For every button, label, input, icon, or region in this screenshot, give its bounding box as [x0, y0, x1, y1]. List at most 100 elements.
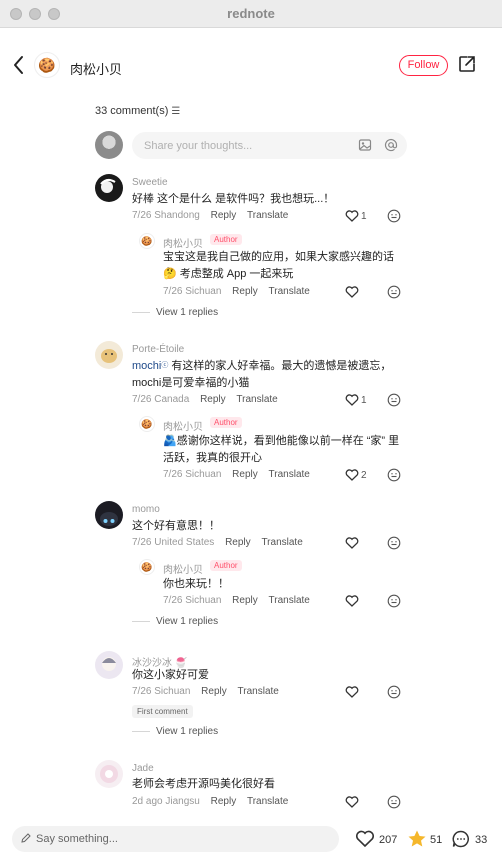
- like-icon[interactable]: [345, 469, 359, 481]
- like-icon[interactable]: [345, 286, 359, 298]
- reply-meta: 7/26 Sichuan Reply Translate: [163, 286, 310, 297]
- view-replies-link[interactable]: View 1 replies: [132, 616, 218, 627]
- reply-text-line2: 活跃，我真的很开心: [163, 452, 262, 464]
- reply-text-line2: 🤔 考虑整成 App 一起来玩: [163, 268, 294, 280]
- commenter-avatar[interactable]: [95, 501, 123, 529]
- emoji-reaction-icon[interactable]: [387, 393, 401, 407]
- back-arrow-icon[interactable]: [10, 54, 28, 76]
- comment-icon[interactable]: [451, 829, 471, 849]
- pencil-icon: [21, 833, 31, 843]
- emoji-reaction-icon[interactable]: [387, 468, 401, 482]
- mention-link[interactable]: mochi: [132, 360, 161, 372]
- comment-location: Shandong: [154, 210, 200, 221]
- emoji-reaction-icon[interactable]: [387, 285, 401, 299]
- like-icon[interactable]: [345, 686, 359, 698]
- commenter-avatar[interactable]: [95, 174, 123, 202]
- emoji-reaction-icon[interactable]: [387, 795, 401, 809]
- commenter-avatar[interactable]: [95, 760, 123, 788]
- commenter-avatar[interactable]: [95, 651, 123, 679]
- mention-icon[interactable]: [384, 138, 398, 152]
- like-icon[interactable]: [345, 537, 359, 549]
- reply-button[interactable]: Reply: [232, 286, 258, 297]
- like-icon[interactable]: [345, 796, 359, 808]
- reply-author-name[interactable]: 肉松小贝: [163, 418, 203, 433]
- reply-button[interactable]: Reply: [200, 394, 226, 405]
- reply-author-avatar[interactable]: 🍪: [139, 559, 155, 575]
- view-replies-label[interactable]: View 1 replies: [156, 726, 218, 737]
- like-count: 2: [361, 470, 367, 481]
- reply-button[interactable]: Reply: [211, 796, 237, 807]
- reply-button[interactable]: Reply: [201, 686, 227, 697]
- comment-meta: 7/26 Sichuan Reply Translate: [132, 686, 279, 697]
- star-icon[interactable]: [407, 829, 427, 849]
- like-count: 207: [379, 834, 398, 846]
- view-replies-label[interactable]: View 1 replies: [156, 307, 218, 318]
- translate-button[interactable]: Translate: [247, 796, 288, 807]
- translate-button[interactable]: Translate: [247, 210, 288, 221]
- comment-location: Jiangsu: [165, 796, 200, 807]
- like-icon[interactable]: [345, 394, 359, 406]
- reply-author-avatar[interactable]: 🍪: [139, 233, 155, 249]
- commenter-avatar[interactable]: [95, 341, 123, 369]
- sort-filter-icon[interactable]: ☰: [171, 106, 180, 117]
- first-comment-badge: First comment: [132, 705, 193, 718]
- comment-date: 7/26: [132, 394, 152, 405]
- reply-text: 你也来玩！！: [163, 578, 229, 590]
- translate-button[interactable]: Translate: [269, 595, 310, 606]
- translate-button[interactable]: Translate: [236, 394, 277, 405]
- window-titlebar: rednote: [0, 0, 502, 28]
- comment-text-rest: 有这样的家人好幸福。最大的遗憾是被遗忘，: [168, 360, 392, 372]
- like-icon[interactable]: [345, 210, 359, 222]
- comment-count-bottom: 33: [475, 834, 488, 846]
- image-icon[interactable]: [358, 138, 372, 152]
- view-replies-label[interactable]: View 1 replies: [156, 616, 218, 627]
- reply-author-name[interactable]: 肉松小贝: [163, 561, 203, 576]
- comment-date: 7/26: [132, 537, 152, 548]
- reply-button[interactable]: Reply: [232, 595, 258, 606]
- reply-date: 7/26: [163, 286, 183, 297]
- comment-meta: 2d ago Jiangsu Reply Translate: [132, 796, 288, 807]
- translate-button[interactable]: Translate: [269, 469, 310, 480]
- reply-author-name[interactable]: 肉松小贝: [163, 235, 203, 250]
- author-badge: Author: [210, 234, 242, 245]
- comment-meta: 7/26 United States Reply Translate: [132, 537, 303, 548]
- like-count: 1: [361, 211, 367, 222]
- emoji-reaction-icon[interactable]: [387, 685, 401, 699]
- follow-button[interactable]: Follow: [399, 55, 448, 76]
- translate-button[interactable]: Translate: [261, 537, 302, 548]
- comment-text: 你这小家好可爱: [132, 669, 209, 681]
- translate-button[interactable]: Translate: [269, 286, 310, 297]
- like-post-icon[interactable]: [355, 829, 375, 849]
- bottom-action-bar: Say something... 207 51 33: [0, 819, 502, 859]
- author-name[interactable]: 肉松小贝: [70, 59, 122, 78]
- star-count: 51: [430, 834, 443, 846]
- reply-author-avatar[interactable]: 🍪: [139, 416, 155, 432]
- comment-text-line2: mochi是可爱幸福的小猫: [132, 377, 250, 389]
- divider-line: [132, 311, 150, 313]
- emoji-reaction-icon[interactable]: [387, 594, 401, 608]
- comment-text: 老师会考虑开源吗美化很好看: [132, 778, 275, 790]
- reply-button[interactable]: Reply: [211, 210, 237, 221]
- commenter-name[interactable]: Jade: [132, 763, 154, 774]
- divider-line: [132, 620, 150, 622]
- emoji-reaction-icon[interactable]: [387, 536, 401, 550]
- share-icon[interactable]: [458, 55, 476, 73]
- like-count: 1: [361, 395, 367, 406]
- translate-button[interactable]: Translate: [238, 686, 279, 697]
- view-replies-link[interactable]: View 1 replies: [132, 307, 218, 318]
- divider-line: [132, 730, 150, 732]
- comment-location: United States: [154, 537, 215, 548]
- comment-text: 这个好有意思！！: [132, 520, 220, 532]
- say-something-input[interactable]: Say something...: [12, 826, 339, 852]
- reply-button[interactable]: Reply: [232, 469, 258, 480]
- view-replies-link[interactable]: View 1 replies: [132, 726, 218, 737]
- commenter-name[interactable]: momo: [132, 504, 160, 515]
- like-icon[interactable]: [345, 595, 359, 607]
- reply-button[interactable]: Reply: [225, 537, 251, 548]
- commenter-name[interactable]: Sweetie: [132, 177, 168, 188]
- commenter-name[interactable]: Porte-Étoile: [132, 344, 184, 355]
- emoji-reaction-icon[interactable]: [387, 209, 401, 223]
- author-avatar[interactable]: 🍪: [34, 52, 60, 78]
- comment-meta: 7/26 Canada Reply Translate: [132, 394, 278, 405]
- comment-date: 7/26: [132, 686, 152, 697]
